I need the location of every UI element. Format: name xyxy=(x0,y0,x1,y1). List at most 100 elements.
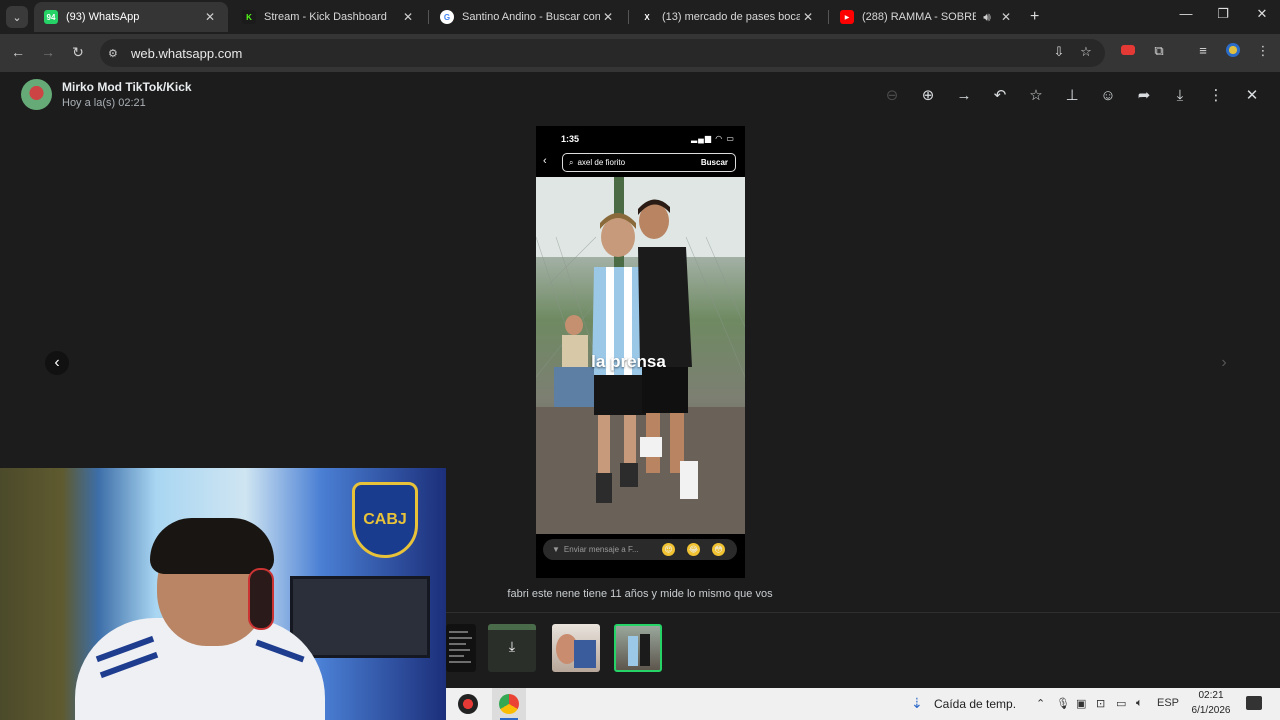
network-icon[interactable]: ▭ xyxy=(1116,697,1126,710)
media-thumbnail[interactable] xyxy=(552,624,600,672)
phone-search-button: Buscar xyxy=(700,158,728,167)
close-icon[interactable]: ✕ xyxy=(1242,86,1262,106)
phone-status-time: 1:35 xyxy=(561,134,580,144)
microphone-icon[interactable]: 🎙︎ xyxy=(1056,697,1070,710)
plus-icon: + xyxy=(1030,8,1040,25)
reply-icon[interactable]: ↶ xyxy=(990,86,1010,106)
camera-tray-icon[interactable]: ▣ xyxy=(1076,697,1086,710)
tab-divider xyxy=(628,10,629,24)
weather-icon: ⇣ xyxy=(911,695,923,711)
extension-icon[interactable] xyxy=(1117,43,1139,58)
kick-favicon: K xyxy=(242,10,256,24)
tab-search-button[interactable]: ⌄ xyxy=(6,6,28,28)
document-thumbnail-icon xyxy=(449,631,472,663)
install-app-icon[interactable]: ⇩ xyxy=(1049,44,1069,60)
chrome-app-icon xyxy=(499,694,519,714)
notification-icon[interactable] xyxy=(1246,696,1262,710)
previous-media-button[interactable]: ‹ xyxy=(45,351,69,375)
sender-avatar[interactable] xyxy=(21,79,52,110)
speaker-icon[interactable]: 🔊︎ xyxy=(976,10,998,25)
close-icon: ✕ xyxy=(1256,6,1268,21)
media-thumbnail[interactable] xyxy=(446,624,476,672)
whatsapp-favicon: 94 xyxy=(44,10,58,24)
zoom-in-icon[interactable]: ⊕ xyxy=(918,86,938,106)
arrow-right-icon: → xyxy=(41,44,55,60)
phone-back-icon: ‹ xyxy=(543,155,547,167)
x-favicon: X xyxy=(640,10,654,24)
volume-icon[interactable]: 🔈︎ xyxy=(1136,697,1143,710)
next-media-button[interactable]: › xyxy=(1212,351,1236,375)
message-timestamp: Hoy a la(s) 02:21 xyxy=(62,97,146,109)
back-button[interactable]: ← xyxy=(8,44,28,60)
heart-eyes-emoji-icon: 😍 xyxy=(662,543,675,556)
media-thumbnail-selected[interactable] xyxy=(614,624,662,672)
picture-frames xyxy=(290,576,430,658)
shocked-emoji-icon: 😳 xyxy=(712,543,725,556)
tab-google-search[interactable]: G Santino Andino - Buscar con Go ✕ xyxy=(430,2,626,32)
menu-icon[interactable]: ⋮ xyxy=(1206,86,1226,106)
bookmark-star-icon[interactable]: ☆ xyxy=(1076,44,1096,60)
tab-title: (93) WhatsApp xyxy=(66,11,140,23)
chrome-taskbar-slot[interactable] xyxy=(492,688,526,720)
share-icon[interactable]: ➦ xyxy=(1134,86,1154,106)
tab-title: Santino Andino - Buscar con Go xyxy=(462,11,600,23)
filter-icon: ▼ xyxy=(552,545,560,554)
tab-x-search[interactable]: X (13) mercado de pases boca - B ✕ xyxy=(630,2,826,32)
profile-avatar[interactable] xyxy=(1222,43,1244,60)
phone-search-bar: ⌕ axel de fiorito Buscar xyxy=(562,153,736,172)
obs-app-icon[interactable] xyxy=(458,694,478,714)
close-icon[interactable]: ✕ xyxy=(202,10,218,24)
clock-time[interactable]: 02:21 xyxy=(1196,690,1226,701)
restore-icon: ❐ xyxy=(1217,6,1229,21)
reload-button[interactable]: ↻ xyxy=(68,44,88,61)
tab-title: (13) mercado de pases boca - B xyxy=(662,11,800,23)
window-close-button[interactable]: ✕ xyxy=(1250,6,1274,22)
close-icon[interactable]: ✕ xyxy=(998,10,1014,24)
clock-date[interactable]: 6/1/2026 xyxy=(1186,705,1236,716)
browser-toolbar: ← → ↻ ⚙ web.whatsapp.com ⇩ ☆ ⧉ ≡ ⋮ xyxy=(0,34,1280,72)
media-image: 1:35 ▂▄▆ ◠ ▭ ‹ ⌕ axel de fiorito Buscar xyxy=(536,126,745,578)
windows-taskbar: ⇣ Caída de temp. ⌃ 🎙︎ ▣ ⊡ ▭ 🔈︎ ESP 02:21… xyxy=(446,688,1280,720)
forward-icon[interactable]: → xyxy=(954,86,974,106)
streamer-hair xyxy=(150,518,274,574)
chevron-left-icon: ‹ xyxy=(54,354,60,371)
address-bar[interactable]: ⚙ web.whatsapp.com xyxy=(100,39,1105,67)
chevron-down-icon: ⌄ xyxy=(12,11,22,24)
tab-youtube[interactable]: ▶ (288) RAMMA - SOBRENAT 🔊︎ ✕ xyxy=(830,2,1024,32)
reload-icon: ↻ xyxy=(72,44,84,60)
phone-overlay-text: la prensa xyxy=(591,352,666,371)
download-icon[interactable]: ⤓ xyxy=(1170,86,1190,106)
emoji-icon[interactable]: ☺ xyxy=(1098,86,1118,106)
site-info-icon[interactable]: ⚙ xyxy=(108,47,122,60)
restore-button[interactable]: ❐ xyxy=(1211,6,1235,22)
forward-button[interactable]: → xyxy=(38,44,58,60)
tab-kick-dashboard[interactable]: K Stream - Kick Dashboard ✕ xyxy=(232,2,426,32)
weather-text[interactable]: Caída de temp. xyxy=(934,697,1016,711)
browser-menu-icon[interactable]: ⋮ xyxy=(1252,43,1274,59)
browser-tab-strip: ⌄ 94 (93) WhatsApp ✕ K Stream - Kick Das… xyxy=(0,0,1280,34)
tab-title: (288) RAMMA - SOBRENAT xyxy=(862,11,976,23)
tab-whatsapp[interactable]: 94 (93) WhatsApp ✕ xyxy=(34,2,228,32)
tab-divider xyxy=(828,10,829,24)
media-thumbnail[interactable]: ⤓ xyxy=(488,624,536,672)
close-icon[interactable]: ✕ xyxy=(800,10,816,24)
new-tab-button[interactable]: + xyxy=(1030,8,1039,26)
youtube-favicon: ▶ xyxy=(840,10,854,24)
star-icon[interactable]: ☆ xyxy=(1026,86,1046,106)
headset xyxy=(248,568,274,630)
thumbnail-strip-divider xyxy=(446,612,1280,613)
chevron-up-icon[interactable]: ⌃ xyxy=(1036,697,1045,710)
close-icon[interactable]: ✕ xyxy=(600,10,616,24)
device-tray-icon[interactable]: ⊡ xyxy=(1096,697,1105,710)
close-icon[interactable]: ✕ xyxy=(400,10,416,24)
extensions-puzzle-icon[interactable]: ⧉ xyxy=(1148,43,1170,59)
media-controls-icon[interactable]: ≡ xyxy=(1192,43,1214,58)
phone-status-icons: ▂▄▆ ◠ ▭ xyxy=(691,134,735,143)
zoom-out-icon[interactable]: ⊖ xyxy=(882,86,902,106)
minimize-button[interactable]: — xyxy=(1174,6,1198,21)
team-crest: CABJ xyxy=(352,482,418,558)
language-indicator[interactable]: ESP xyxy=(1157,697,1179,709)
pin-icon[interactable]: ⊥ xyxy=(1062,86,1082,106)
tab-title: Stream - Kick Dashboard xyxy=(264,11,387,23)
phone-reply-placeholder: Enviar mensaje a F... xyxy=(563,545,639,554)
